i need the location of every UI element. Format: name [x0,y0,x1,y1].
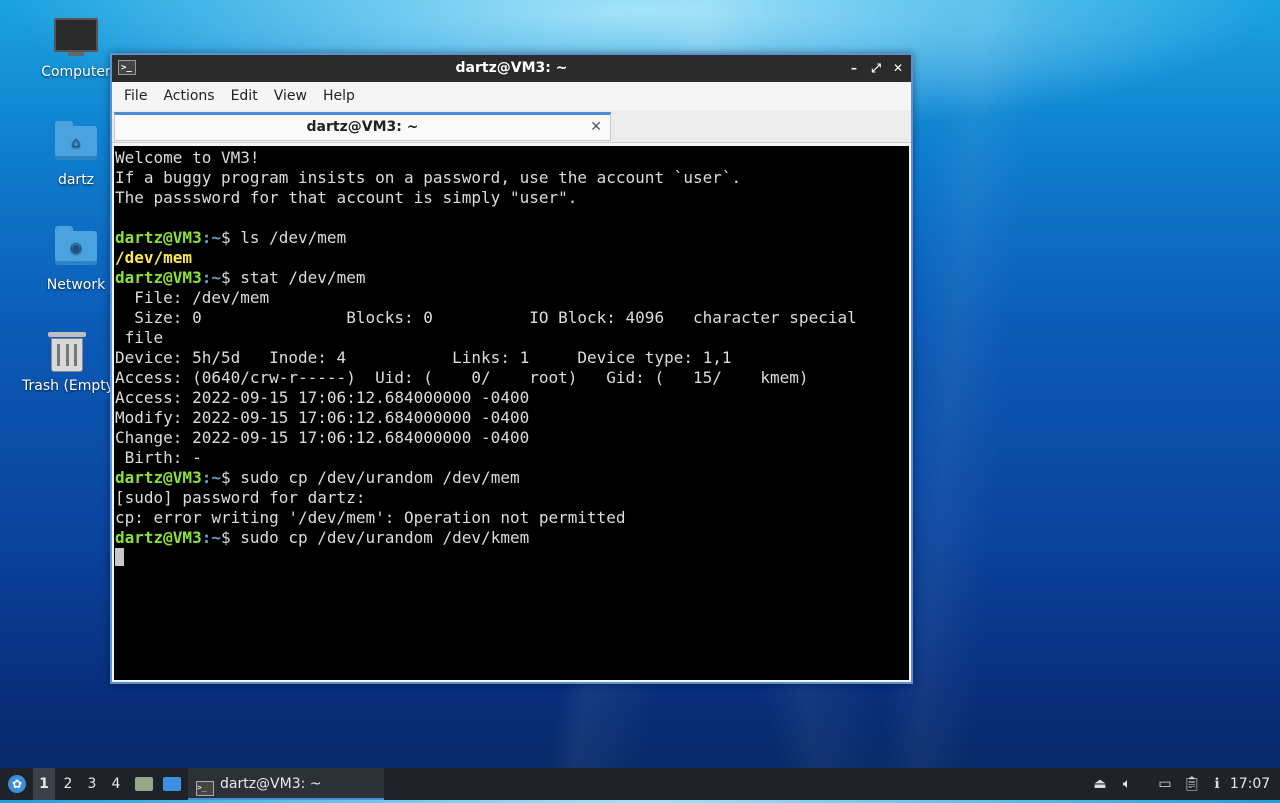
tray-eject-icon[interactable]: ⏏ [1087,768,1113,800]
volume-icon[interactable]: 🔈︎ [1114,768,1140,800]
desktop-icon-trash[interactable]: Trash (Empty) [22,332,112,394]
terminal-line: file [115,328,164,347]
command-text: $ sudo cp /dev/urandom /dev/mem [220,468,520,487]
terminal-line: Access: 2022-09-15 17:06:12.684000000 -0… [115,388,530,407]
terminal-line: Welcome to VM3! [115,148,260,167]
prompt-user: dartz@VM3 [115,528,202,547]
app-menu-icon: ✿ [8,775,26,793]
terminal-input-line[interactable] [115,548,909,568]
clock[interactable]: 17:07 [1228,768,1272,800]
terminal-line: dartz@VM3:~$ stat /dev/mem [115,268,909,288]
file-manager-launcher[interactable] [133,768,155,800]
terminal-window: >_ dartz@VM3: ~ – ⤢ ✕ File Actions Edit … [110,53,913,684]
show-desktop-button[interactable] [161,768,183,800]
terminal-line: Modify: 2022-09-15 17:06:12.684000000 -0… [115,408,530,427]
terminal-line: dartz@VM3:~$ sudo cp /dev/urandom /dev/m… [115,468,909,488]
menu-help[interactable]: Help [315,88,363,104]
prompt-user: dartz@VM3 [115,468,202,487]
prompt-path: :~ [201,228,221,247]
terminal-line: Birth: - [115,448,202,467]
menu-bar: File Actions Edit View Help [112,82,911,110]
network-status-icon[interactable]: ▭ [1152,768,1178,800]
minimize-icon[interactable]: – [845,55,863,82]
prompt-path: :~ [201,468,221,487]
task-label: dartz@VM3: ~ [220,776,322,792]
menu-edit[interactable]: Edit [223,88,266,104]
menu-file[interactable]: File [116,88,155,104]
network-folder-icon: ◉ [54,226,98,271]
prompt-path: :~ [201,268,221,287]
terminal-line: The passsword for that account is simply… [115,188,578,207]
terminal-app-icon[interactable]: >_ [118,60,136,75]
terminal-line: [sudo] password for dartz: [115,488,366,507]
terminal-line: dartz@VM3:~$ sudo cp /dev/urandom /dev/k… [115,528,909,548]
terminal-output[interactable]: Welcome to VM3! If a buggy program insist… [114,146,909,680]
prompt-user: dartz@VM3 [115,228,202,247]
command-text: $ sudo cp /dev/urandom /dev/kmem [220,528,530,547]
terminal-line: cp: error writing '/dev/mem': Operation … [115,508,626,527]
tab-bar: dartz@VM3: ~ ✕ [112,110,911,143]
terminal-line: /dev/mem [115,248,909,268]
menu-view[interactable]: View [266,88,315,104]
window-title: dartz@VM3: ~ [455,60,568,76]
workspace-1[interactable]: 1 [33,768,55,800]
terminal-line: dartz@VM3:~$ ls /dev/mem [115,228,909,248]
command-text: $ ls /dev/mem [220,228,347,247]
desktop-icon-label: Trash (Empty) [22,378,112,394]
terminal-line: Change: 2022-09-15 17:06:12.684000000 -0… [115,428,530,447]
taskbar-task-terminal[interactable]: >_ dartz@VM3: ~ [188,768,384,800]
tab-label: dartz@VM3: ~ [306,119,419,135]
maximize-icon[interactable]: ⤢ [867,55,885,82]
terminal-line: Access: (0640/crw-r-----) Uid: ( 0/ root… [115,368,809,387]
home-folder-icon: ⌂ [54,121,98,166]
prompt-user: dartz@VM3 [115,268,202,287]
clipboard-icon[interactable]: 📋︎ [1179,768,1205,800]
workspace-4[interactable]: 4 [105,768,127,800]
workspace-2[interactable]: 2 [57,768,79,800]
highlighted-output: /dev/mem [115,248,193,267]
workspace-3[interactable]: 3 [81,768,103,800]
trash-icon [45,332,89,372]
tab-close-icon[interactable]: ✕ [590,115,602,139]
terminal-line: Size: 0 Blocks: 0 IO Block: 4096 charact… [115,308,857,327]
terminal-line: Device: 5h/5d Inode: 4 Links: 1 Device t… [115,348,732,367]
command-text: $ stat /dev/mem [220,268,366,287]
file-manager-icon [135,777,153,791]
start-menu-button[interactable]: ✿ [4,768,30,800]
terminal-line: If a buggy program insists on a password… [115,168,742,187]
taskbar: ✿ 1 2 3 4 >_ dartz@VM3: ~ ⏏ 🔈︎ ▭ 📋︎ ℹ 17:… [0,768,1280,800]
window-titlebar[interactable]: >_ dartz@VM3: ~ – ⤢ ✕ [112,55,911,82]
computer-icon [54,18,98,58]
menu-actions[interactable]: Actions [155,88,222,104]
terminal-cursor [115,548,124,566]
close-icon[interactable]: ✕ [889,55,907,82]
terminal-task-icon: >_ [196,781,214,796]
terminal-line: File: /dev/mem [115,288,270,307]
desktop-icon [163,777,181,791]
update-notifier-icon[interactable]: ℹ [1204,768,1230,800]
tab-terminal[interactable]: dartz@VM3: ~ ✕ [114,112,611,141]
prompt-path: :~ [201,528,221,547]
